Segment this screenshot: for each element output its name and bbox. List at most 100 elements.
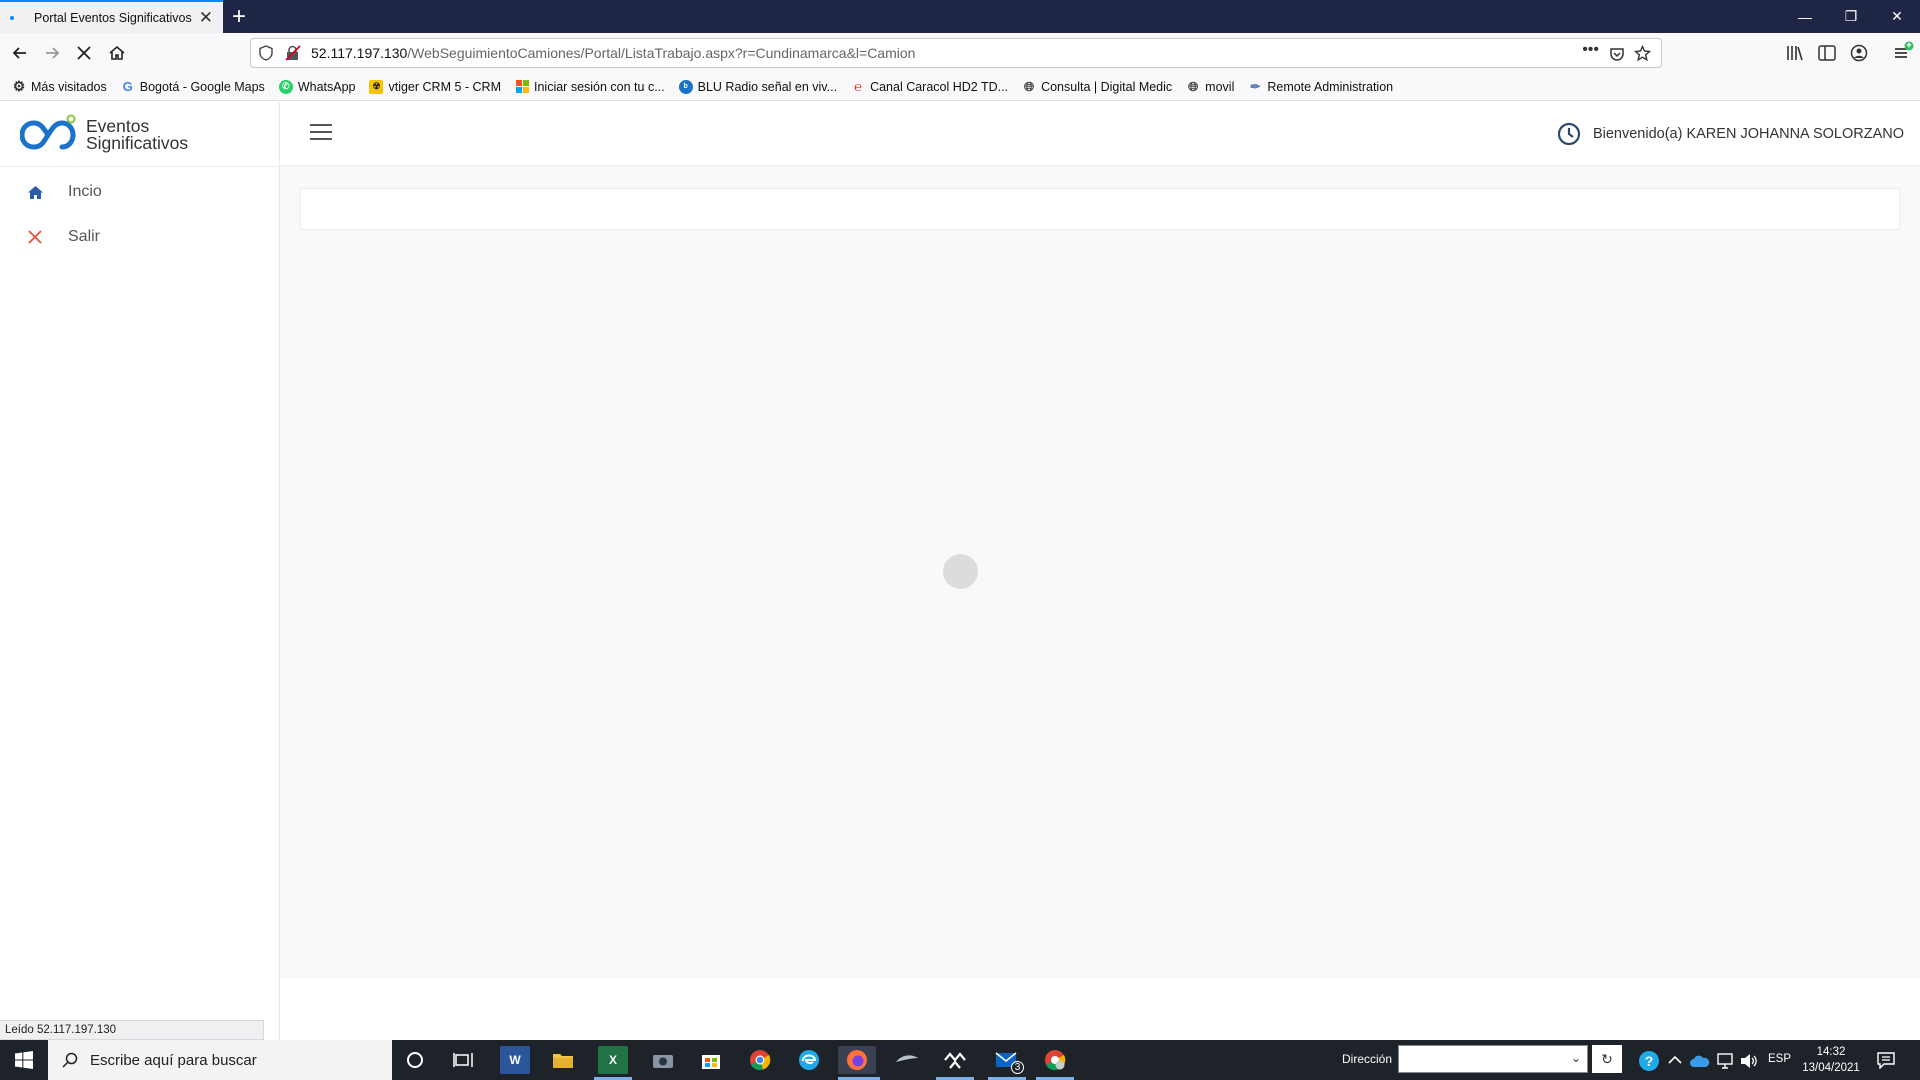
url-text: 52.117.197.130/WebSeguimientoCamiones/Po…	[311, 45, 915, 61]
taskbar-clock[interactable]: 14:32 13/04/2021	[1796, 1044, 1866, 1076]
globe-icon: 🌐︎	[1023, 78, 1035, 94]
new-tab-button[interactable]: +	[232, 3, 246, 31]
bookmark-label: vtiger CRM 5 - CRM	[388, 79, 501, 94]
globe-icon: 🌐︎	[1187, 78, 1199, 94]
url-path: /WebSeguimientoCamiones/Portal/ListaTrab…	[407, 45, 916, 61]
bookmark-label: Más visitados	[31, 79, 107, 94]
caracol-icon: ℮	[854, 79, 862, 94]
cortana-icon[interactable]	[400, 1046, 430, 1074]
browser-tab[interactable]: Portal Eventos Significativos ✕	[0, 0, 223, 33]
close-window-button[interactable]: ✕	[1874, 0, 1920, 33]
bookmark-google-maps[interactable]: G Bogotá - Google Maps	[121, 79, 265, 94]
microsoft-icon	[515, 79, 529, 94]
edge-icon[interactable]	[794, 1046, 824, 1074]
search-placeholder: Escribe aquí para buscar	[90, 1051, 257, 1069]
windows-logo-icon	[15, 1051, 33, 1069]
browser-status-text: Leído 52.117.197.130	[0, 1020, 264, 1040]
bookmark-digital-medic[interactable]: 🌐︎ Consulta | Digital Medic	[1022, 78, 1172, 94]
welcome-message: Bienvenido(a) KAREN JOHANNA SOLORZANO	[1557, 122, 1904, 146]
library-icon[interactable]	[1786, 45, 1804, 61]
chevron-down-icon[interactable]: ⌄	[1571, 1051, 1581, 1065]
notifications-icon[interactable]	[1876, 1051, 1896, 1069]
sidebar-item-salir[interactable]: Salir	[0, 217, 280, 257]
mail-icon[interactable]: 3	[990, 1046, 1024, 1074]
direccion-label: Dirección	[1342, 1052, 1393, 1066]
network-icon[interactable]	[1716, 1053, 1734, 1069]
vtiger-icon: ☢	[369, 79, 384, 94]
account-icon[interactable]	[1850, 44, 1868, 62]
chrome-profile-icon[interactable]	[1040, 1046, 1070, 1074]
svg-text:?: ?	[1645, 1053, 1654, 1069]
bookmark-vtiger[interactable]: ☢ vtiger CRM 5 - CRM	[369, 79, 501, 94]
content-card	[300, 188, 1900, 230]
bookmark-mas-visitados[interactable]: ⚙ Más visitados	[12, 78, 107, 94]
anydesk-icon[interactable]	[940, 1046, 970, 1074]
volume-icon[interactable]	[1740, 1053, 1758, 1069]
brand-name: Eventos Significativos	[86, 117, 188, 152]
welcome-text: Bienvenido(a) KAREN JOHANNA SOLORZANO	[1592, 126, 1904, 142]
url-bar[interactable]: 52.117.197.130/WebSeguimientoCamiones/Po…	[250, 38, 1662, 68]
gear-icon: ⚙	[12, 78, 26, 94]
loading-dot-icon	[10, 15, 14, 20]
google-icon: G	[122, 79, 133, 94]
sidebar-item-label: Incio	[68, 183, 102, 200]
url-host: 52.117.197.130	[311, 45, 408, 61]
firefox-icon[interactable]	[838, 1046, 876, 1074]
taskbar-search-box[interactable]: Escribe aquí para buscar	[48, 1040, 392, 1080]
restore-button[interactable]: ❐	[1828, 0, 1874, 33]
browser-navbar: 52.117.197.130/WebSeguimientoCamiones/Po…	[0, 33, 1920, 73]
start-button[interactable]	[0, 1040, 48, 1080]
store-icon[interactable]	[696, 1046, 726, 1074]
brand-logo[interactable]: Eventos Significativos	[20, 110, 188, 160]
mail-badge: 3	[1011, 1061, 1024, 1074]
bookmark-microsoft-login[interactable]: Iniciar sesión con tu c...	[515, 80, 665, 94]
loading-spinner	[943, 554, 978, 589]
search-icon	[62, 1052, 78, 1068]
bookmark-label: WhatsApp	[297, 79, 356, 94]
bookmark-whatsapp[interactable]: ✆ WhatsApp	[278, 79, 356, 94]
task-view-icon[interactable]	[448, 1046, 478, 1074]
clock-date: 13/04/2021	[1802, 1062, 1860, 1074]
chevron-up-icon[interactable]	[1668, 1054, 1682, 1066]
back-arrow-icon	[12, 47, 26, 59]
camera-icon[interactable]	[648, 1046, 678, 1074]
sidebar-toggle-icon[interactable]	[1818, 45, 1836, 61]
blu-radio-icon: b	[678, 79, 693, 94]
app-topbar: Bienvenido(a) KAREN JOHANNA SOLORZANO	[280, 102, 1920, 166]
onedrive-icon[interactable]	[1690, 1054, 1710, 1068]
hamburger-menu-icon[interactable]	[310, 124, 332, 142]
back-button[interactable]	[6, 39, 34, 67]
bookmark-label: Bogotá - Google Maps	[139, 79, 265, 94]
home-icon	[20, 185, 50, 200]
brand-divider	[0, 166, 280, 167]
bookmark-remote-admin[interactable]: ✒ Remote Administration	[1248, 78, 1393, 94]
direccion-input[interactable]: ⌄	[1398, 1045, 1588, 1073]
brand-logo-icon	[20, 114, 76, 150]
tab-close-icon[interactable]: ✕	[199, 8, 213, 28]
home-button[interactable]	[103, 39, 131, 67]
chrome-icon[interactable]	[745, 1046, 775, 1074]
forward-button[interactable]	[38, 39, 66, 67]
main-content	[280, 166, 1920, 979]
page-actions-icon[interactable]: •••	[1582, 41, 1599, 59]
insecure-lock-icon	[285, 45, 301, 61]
bookmark-label: Canal Caracol HD2 TD...	[870, 79, 1009, 94]
minimize-button[interactable]: —	[1782, 0, 1828, 33]
word-icon[interactable]: W	[500, 1046, 530, 1074]
pocket-icon	[1610, 48, 1624, 61]
tab-title: Portal Eventos Significativos	[34, 10, 192, 25]
stop-button[interactable]	[70, 39, 98, 67]
app-blade-icon[interactable]	[892, 1046, 922, 1074]
bookmark-blu-radio[interactable]: b BLU Radio señal en viv...	[678, 79, 837, 94]
help-icon[interactable]: ?	[1638, 1050, 1660, 1072]
excel-icon[interactable]: X	[598, 1046, 628, 1074]
menu-update-icon[interactable]	[1892, 41, 1914, 63]
feather-icon: ✒	[1249, 78, 1261, 94]
direccion-refresh-button[interactable]: ↻	[1592, 1045, 1622, 1073]
bookmark-movil[interactable]: 🌐︎ movil	[1186, 78, 1234, 94]
language-indicator[interactable]: ESP	[1768, 1053, 1791, 1065]
bookmark-caracol[interactable]: ℮ Canal Caracol HD2 TD...	[851, 79, 1009, 94]
file-explorer-icon[interactable]	[548, 1046, 578, 1074]
sidebar-item-inicio[interactable]: Incio	[0, 172, 280, 212]
whatsapp-icon: ✆	[278, 79, 293, 94]
